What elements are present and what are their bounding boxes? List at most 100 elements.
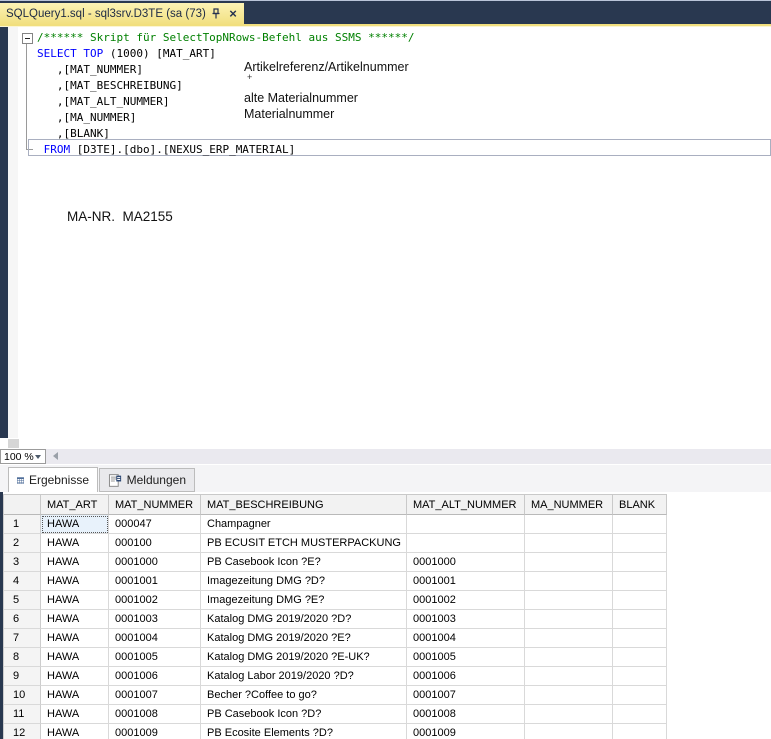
row-number-header[interactable] xyxy=(4,494,41,515)
grid-cell[interactable]: 0001009 xyxy=(109,724,201,739)
row-number-cell[interactable]: 2 xyxy=(4,534,41,553)
grid-cell[interactable]: HAWA xyxy=(41,515,109,534)
grid-cell[interactable]: HAWA xyxy=(41,610,109,629)
grid-cell[interactable]: 0001006 xyxy=(407,667,525,686)
row-number-cell[interactable]: 11 xyxy=(4,705,41,724)
grid-cell[interactable] xyxy=(525,667,613,686)
grid-cell[interactable] xyxy=(525,705,613,724)
grid-cell[interactable]: HAWA xyxy=(41,629,109,648)
column-header-mat_alt_nummer[interactable]: MAT_ALT_NUMMER xyxy=(407,494,525,515)
grid-cell[interactable]: HAWA xyxy=(41,591,109,610)
grid-cell[interactable] xyxy=(613,686,667,705)
column-header-mat_nummer[interactable]: MAT_NUMMER xyxy=(109,494,201,515)
grid-cell[interactable]: Katalog DMG 2019/2020 ?D? xyxy=(201,610,407,629)
row-number-cell[interactable]: 9 xyxy=(4,667,41,686)
grid-cell[interactable]: HAWA xyxy=(41,686,109,705)
grid-cell[interactable]: 0001002 xyxy=(407,591,525,610)
editor-results-splitter[interactable] xyxy=(0,438,771,449)
grid-cell[interactable]: Becher ?Coffee to go? xyxy=(201,686,407,705)
splitter-grip-icon[interactable] xyxy=(8,439,19,448)
grid-cell[interactable] xyxy=(613,572,667,591)
column-header-ma_nummer[interactable]: MA_NUMMER xyxy=(525,494,613,515)
grid-cell[interactable]: 0001008 xyxy=(407,705,525,724)
grid-cell[interactable] xyxy=(613,515,667,534)
grid-cell[interactable] xyxy=(613,648,667,667)
row-number-cell[interactable]: 12 xyxy=(4,724,41,739)
grid-cell[interactable]: HAWA xyxy=(41,534,109,553)
dropdown-arrow-icon[interactable] xyxy=(35,455,41,459)
grid-cell[interactable] xyxy=(613,534,667,553)
grid-cell[interactable]: 0001004 xyxy=(407,629,525,648)
grid-cell[interactable]: HAWA xyxy=(41,553,109,572)
grid-cell[interactable] xyxy=(613,591,667,610)
sql-editor[interactable]: /****** Skript für SelectTopNRows-Befehl… xyxy=(0,27,771,438)
row-number-cell[interactable]: 5 xyxy=(4,591,41,610)
grid-cell[interactable]: 0001005 xyxy=(407,648,525,667)
grid-cell[interactable]: 0001007 xyxy=(109,686,201,705)
grid-cell[interactable]: 0001001 xyxy=(407,572,525,591)
grid-cell[interactable]: 0001003 xyxy=(407,610,525,629)
row-number-cell[interactable]: 10 xyxy=(4,686,41,705)
column-header-blank[interactable]: BLANK xyxy=(613,494,667,515)
grid-cell[interactable]: 0001004 xyxy=(109,629,201,648)
grid-cell[interactable] xyxy=(525,591,613,610)
close-icon[interactable]: × xyxy=(226,7,240,21)
grid-cell[interactable]: 0001000 xyxy=(407,553,525,572)
grid-cell[interactable]: 000047 xyxy=(109,515,201,534)
grid-cell[interactable]: HAWA xyxy=(41,724,109,739)
grid-cell[interactable]: 0001007 xyxy=(407,686,525,705)
grid-cell[interactable] xyxy=(613,610,667,629)
tab-ergebnisse[interactable]: Ergebnisse xyxy=(8,467,98,492)
zoom-level-dropdown[interactable]: 100 % xyxy=(0,449,46,464)
grid-cell[interactable] xyxy=(613,629,667,648)
column-header-mat_art[interactable]: MAT_ART xyxy=(41,494,109,515)
grid-cell[interactable] xyxy=(407,534,525,553)
grid-cell[interactable]: 0001006 xyxy=(109,667,201,686)
grid-cell[interactable] xyxy=(613,553,667,572)
grid-cell[interactable]: HAWA xyxy=(41,667,109,686)
grid-cell[interactable]: Imagezeitung DMG ?D? xyxy=(201,572,407,591)
grid-cell[interactable] xyxy=(525,686,613,705)
grid-cell[interactable]: 0001000 xyxy=(109,553,201,572)
grid-cell[interactable]: Katalog DMG 2019/2020 ?E? xyxy=(201,629,407,648)
row-number-cell[interactable]: 8 xyxy=(4,648,41,667)
row-number-cell[interactable]: 3 xyxy=(4,553,41,572)
grid-cell[interactable] xyxy=(525,629,613,648)
grid-cell[interactable]: PB Ecosite Elements ?D? xyxy=(201,724,407,739)
grid-cell[interactable] xyxy=(525,515,613,534)
grid-cell[interactable]: PB Casebook Icon ?D? xyxy=(201,705,407,724)
horizontal-scrollbar[interactable] xyxy=(46,449,771,464)
row-number-cell[interactable]: 7 xyxy=(4,629,41,648)
fold-collapse-icon[interactable] xyxy=(22,33,33,44)
grid-cell[interactable] xyxy=(613,724,667,739)
grid-cell[interactable] xyxy=(613,667,667,686)
grid-cell[interactable]: Champagner xyxy=(201,515,407,534)
grid-cell[interactable]: Katalog Labor 2019/2020 ?D? xyxy=(201,667,407,686)
grid-cell[interactable]: 0001008 xyxy=(109,705,201,724)
grid-cell[interactable]: 000100 xyxy=(109,534,201,553)
grid-cell[interactable] xyxy=(407,515,525,534)
grid-cell[interactable] xyxy=(525,553,613,572)
grid-cell[interactable] xyxy=(525,724,613,739)
grid-cell[interactable] xyxy=(525,648,613,667)
grid-cell[interactable]: 0001002 xyxy=(109,591,201,610)
grid-cell[interactable]: HAWA xyxy=(41,648,109,667)
grid-cell[interactable] xyxy=(525,534,613,553)
row-number-cell[interactable]: 1 xyxy=(4,515,41,534)
row-number-cell[interactable]: 6 xyxy=(4,610,41,629)
grid-cell[interactable]: Imagezeitung DMG ?E? xyxy=(201,591,407,610)
grid-cell[interactable]: PB ECUSIT ETCH MUSTERPACKUNG xyxy=(201,534,407,553)
grid-cell[interactable] xyxy=(525,572,613,591)
grid-cell[interactable]: Katalog DMG 2019/2020 ?E-UK? xyxy=(201,648,407,667)
grid-cell[interactable]: PB Casebook Icon ?E? xyxy=(201,553,407,572)
row-number-cell[interactable]: 4 xyxy=(4,572,41,591)
grid-cell[interactable]: 0001001 xyxy=(109,572,201,591)
tab-meldungen[interactable]: Meldungen xyxy=(99,468,195,492)
document-tab[interactable]: SQLQuery1.sql - sql3srv.D3TE (sa (73)) × xyxy=(0,3,244,25)
pin-icon[interactable] xyxy=(209,7,223,21)
scroll-left-arrow-icon[interactable] xyxy=(53,452,58,460)
grid-cell[interactable]: HAWA xyxy=(41,705,109,724)
grid-cell[interactable]: 0001009 xyxy=(407,724,525,739)
grid-cell[interactable]: HAWA xyxy=(41,572,109,591)
column-header-mat_beschreibung[interactable]: MAT_BESCHREIBUNG xyxy=(201,494,407,515)
